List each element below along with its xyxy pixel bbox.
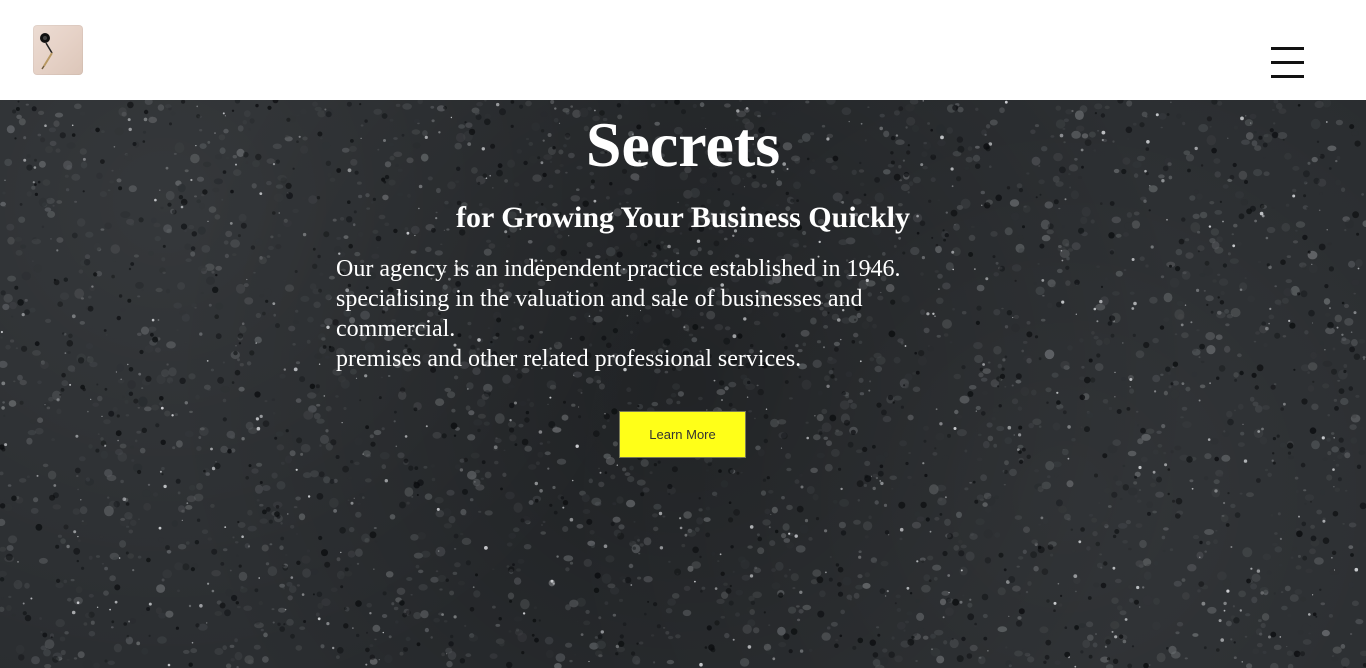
hero-section	[0, 100, 1366, 668]
hamburger-line	[1271, 61, 1304, 64]
hero-description-line: Our agency is an independent practice es…	[336, 256, 901, 282]
site-header	[0, 0, 1366, 100]
hero-title: Secrets	[585, 109, 781, 180]
hero-description-line: specialising in the valuation and sale o…	[336, 286, 863, 312]
quill-logo-icon	[40, 33, 53, 70]
logo[interactable]	[33, 25, 83, 75]
hero-description-line: premises and other related professional …	[336, 346, 802, 372]
hero-description: Our agency is an independent practice es…	[336, 254, 956, 374]
hamburger-line	[1271, 47, 1304, 50]
hamburger-line	[1271, 75, 1304, 78]
learn-more-button[interactable]: Learn More	[619, 411, 746, 458]
hamburger-menu-icon[interactable]	[1270, 46, 1306, 80]
gravel-background	[0, 100, 1366, 668]
hero-subtitle: for Growing Your Business Quickly	[456, 201, 910, 234]
hero-description-line: commercial.	[336, 316, 456, 342]
